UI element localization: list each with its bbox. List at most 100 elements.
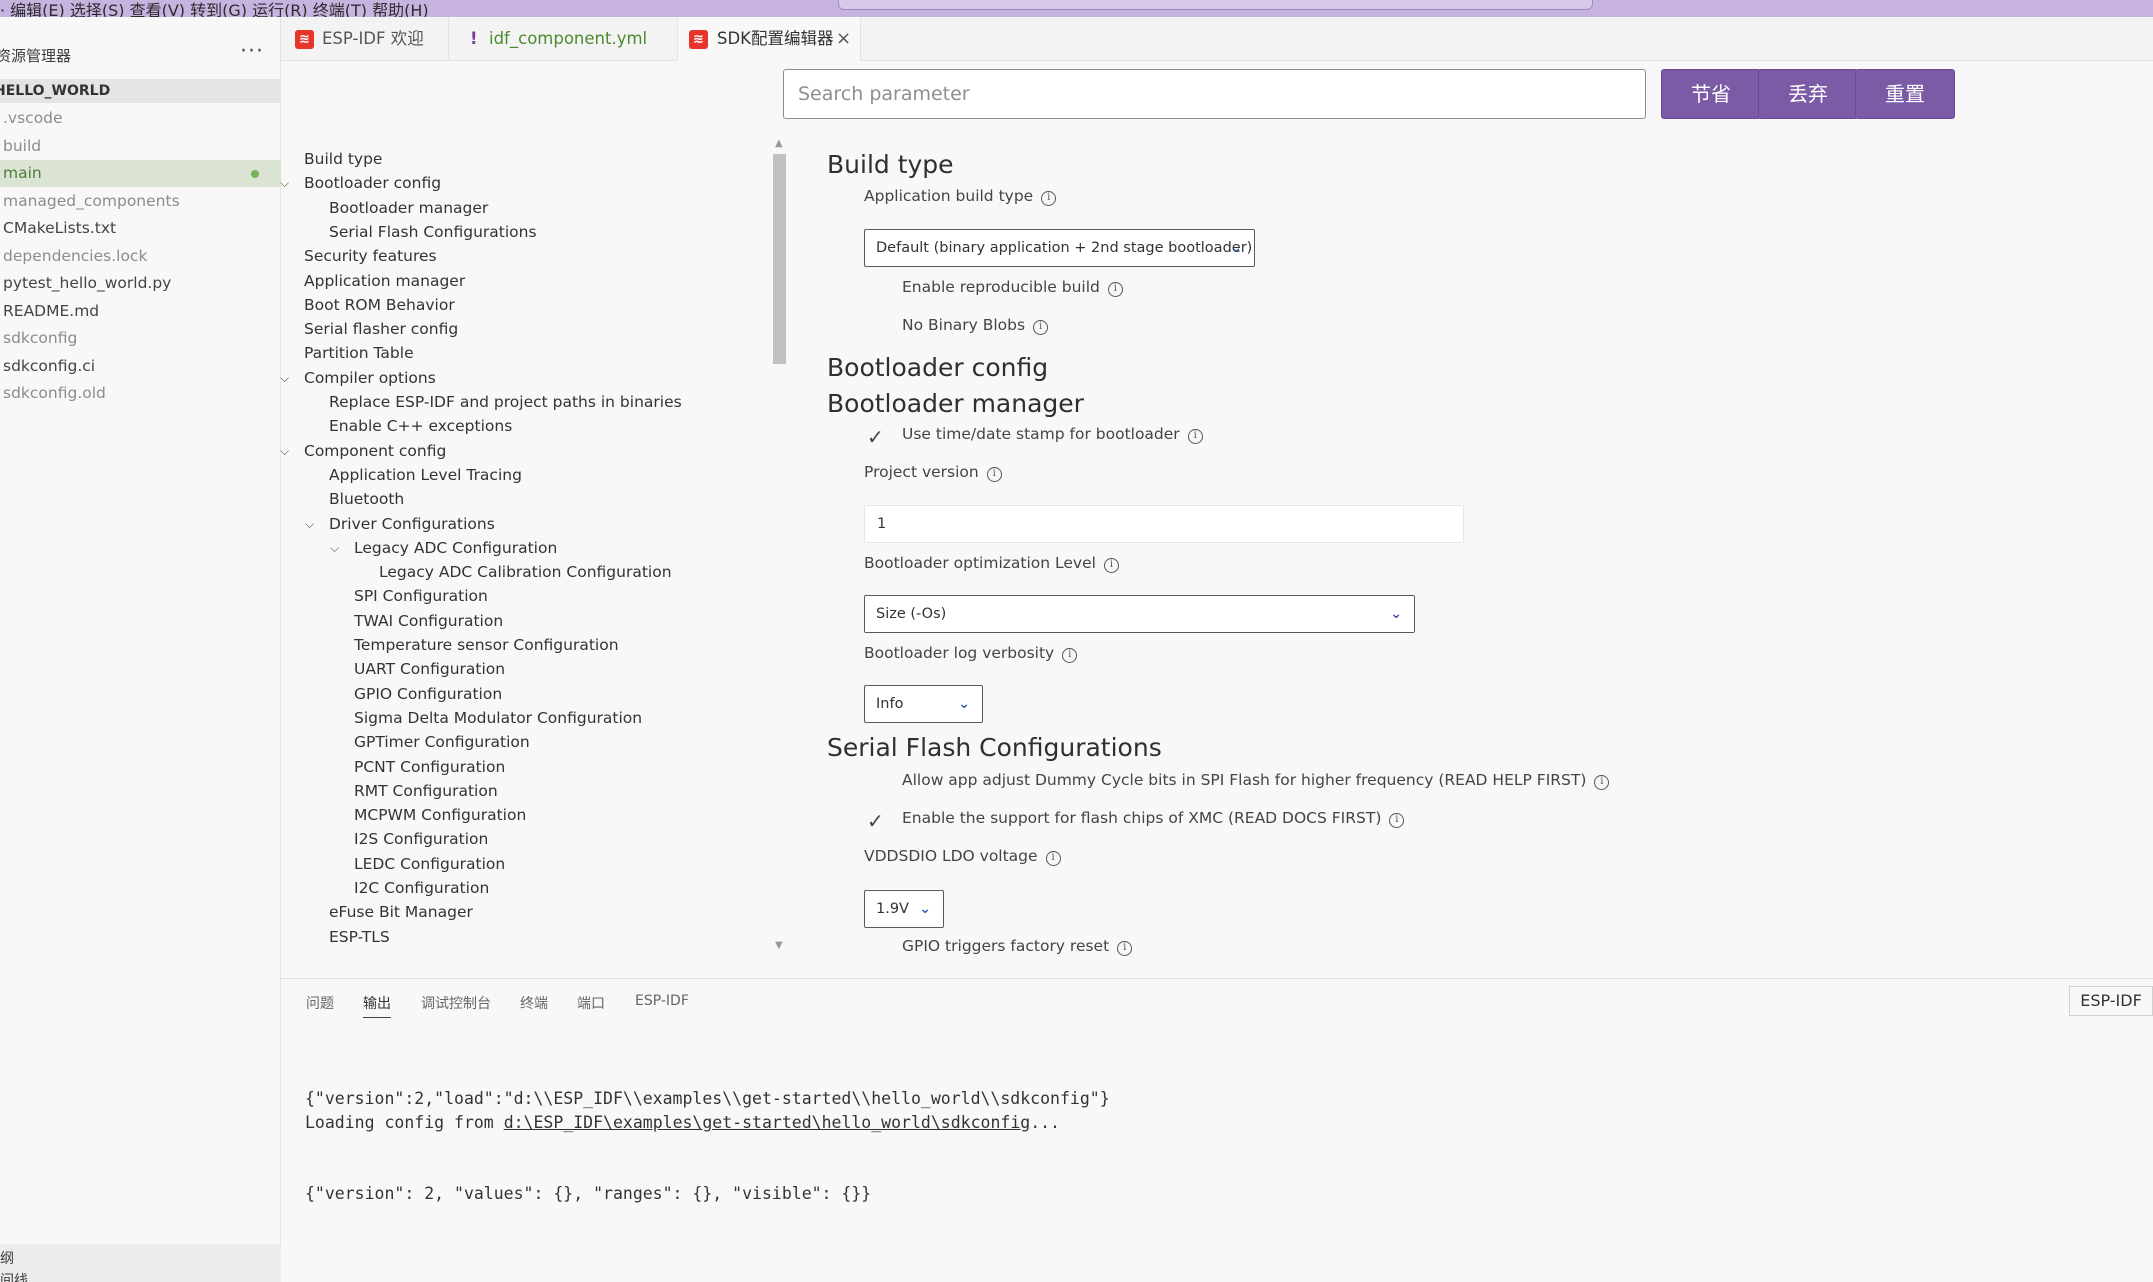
config-tree-item[interactable]: I2S Configuration bbox=[354, 830, 488, 848]
config-tree-item[interactable]: Temperature sensor Configuration bbox=[354, 636, 619, 654]
output-channel-select[interactable]: ESP-IDF bbox=[2069, 986, 2153, 1016]
project-version-input[interactable]: 1 bbox=[864, 505, 1464, 543]
info-icon[interactable]: i bbox=[1117, 941, 1133, 956]
reset-button[interactable]: 重置 bbox=[1855, 69, 1955, 119]
tab-esp-idf[interactable]: ESP-IDF bbox=[635, 993, 689, 1009]
log-verbosity-select[interactable]: Info ⌄ bbox=[864, 685, 983, 723]
config-tree-item[interactable]: Security features bbox=[304, 247, 437, 265]
config-tree-item[interactable]: eFuse Bit Manager bbox=[329, 903, 473, 921]
tab-problems[interactable]: 问题 bbox=[306, 993, 334, 1013]
vddsdio-select[interactable]: 1.9V ⌄ bbox=[864, 890, 944, 928]
config-tree-item[interactable]: PCNT Configuration bbox=[354, 758, 505, 776]
chevron-down-icon[interactable]: ⌵ bbox=[280, 444, 289, 459]
file-item[interactable]: pytest_hello_world.py bbox=[0, 270, 281, 297]
close-icon[interactable]: × bbox=[836, 17, 851, 61]
file-item[interactable]: sdkconfig.old bbox=[0, 380, 281, 407]
file-item[interactable]: sdkconfig bbox=[0, 325, 281, 352]
config-tree-label: Application Level Tracing bbox=[329, 465, 522, 484]
info-icon[interactable]: i bbox=[1041, 191, 1057, 206]
outline-section[interactable]: 大纲 bbox=[0, 1248, 14, 1268]
config-tree-item[interactable]: Partition Table bbox=[304, 344, 414, 362]
scroll-down-icon[interactable]: ▼ bbox=[775, 940, 783, 951]
reproducible-build-option[interactable]: Enable reproducible build i bbox=[902, 278, 1123, 297]
explorer-header: 资源管理器 ··· bbox=[0, 39, 281, 73]
config-tree-item[interactable]: ⌵ Legacy ADC Configuration bbox=[330, 539, 557, 557]
config-tree-scrollbar[interactable] bbox=[773, 154, 786, 364]
config-tree-item[interactable]: Application manager bbox=[304, 272, 465, 290]
file-item[interactable]: dependencies.lock bbox=[0, 243, 281, 270]
search-input[interactable] bbox=[783, 69, 1646, 119]
file-item[interactable]: README.md bbox=[0, 298, 281, 325]
opt-level-select[interactable]: Size (-Os) ⌄ bbox=[864, 595, 1415, 633]
workspace-folder[interactable]: HELLO_WORLD bbox=[0, 79, 281, 103]
config-tree-item[interactable]: I2C Configuration bbox=[354, 879, 489, 897]
config-tree-item[interactable]: Bootloader manager bbox=[329, 199, 488, 217]
checkmark-icon[interactable]: ✓ bbox=[867, 809, 884, 833]
command-center[interactable] bbox=[838, 0, 1593, 10]
scroll-up-icon[interactable]: ▲ bbox=[775, 138, 783, 149]
tab-sdk-config-editor[interactable]: ≋ SDK配置编辑器 × bbox=[678, 17, 861, 61]
file-item[interactable]: build bbox=[0, 133, 281, 160]
config-tree-item[interactable]: ESP-TLS bbox=[329, 928, 390, 946]
info-icon[interactable]: i bbox=[986, 467, 1002, 482]
config-path-link[interactable]: d:\ESP_IDF\examples\get-started\hello_wo… bbox=[504, 1113, 1031, 1132]
config-tree-item[interactable]: ⌵ Bootloader config bbox=[280, 174, 441, 192]
discard-button[interactable]: 丢弃 bbox=[1758, 69, 1858, 119]
config-tree-item[interactable]: Legacy ADC Calibration Configuration bbox=[379, 563, 672, 581]
config-tree-item[interactable]: ⌵ Driver Configurations bbox=[305, 515, 495, 533]
tab-debug-console[interactable]: 调试控制台 bbox=[421, 993, 491, 1013]
config-tree-item[interactable]: TWAI Configuration bbox=[354, 612, 503, 630]
config-tree-item[interactable]: ⌵ Component config bbox=[280, 442, 446, 460]
chevron-down-icon[interactable]: ⌵ bbox=[280, 176, 289, 191]
info-icon[interactable]: i bbox=[1389, 813, 1405, 828]
dummy-cycle-option[interactable]: Allow app adjust Dummy Cycle bits in SPI… bbox=[902, 771, 1610, 790]
config-tree-item[interactable]: SPI Configuration bbox=[354, 587, 488, 605]
info-icon[interactable]: i bbox=[1045, 851, 1061, 866]
chevron-down-icon[interactable]: ⌵ bbox=[305, 517, 314, 532]
info-icon[interactable]: i bbox=[1187, 429, 1203, 444]
gpio-factory-reset-option[interactable]: GPIO triggers factory reset i bbox=[902, 937, 1133, 956]
tab-esp-idf-welcome[interactable]: ≋ ESP-IDF 欢迎 bbox=[281, 17, 449, 61]
config-tree-item[interactable]: LEDC Configuration bbox=[354, 855, 505, 873]
config-tree-item[interactable]: Enable C++ exceptions bbox=[329, 417, 512, 435]
config-tree-item[interactable]: Application Level Tracing bbox=[329, 466, 522, 484]
app-build-type-label: Application build type i bbox=[864, 187, 1057, 206]
xmc-flash-option[interactable]: Enable the support for flash chips of XM… bbox=[902, 809, 1405, 828]
config-tree-item[interactable]: RMT Configuration bbox=[354, 782, 498, 800]
tab-ports[interactable]: 端口 bbox=[577, 993, 605, 1013]
info-icon[interactable]: i bbox=[1103, 558, 1119, 573]
config-tree-item[interactable]: MCPWM Configuration bbox=[354, 806, 526, 824]
info-icon[interactable]: i bbox=[1033, 320, 1049, 335]
file-item[interactable]: .vscode bbox=[0, 105, 281, 132]
info-icon[interactable]: i bbox=[1062, 648, 1078, 663]
tab-terminal[interactable]: 终端 bbox=[520, 993, 548, 1013]
more-actions-icon[interactable]: ··· bbox=[240, 39, 264, 64]
config-tree-item[interactable]: GPTimer Configuration bbox=[354, 733, 530, 751]
file-item[interactable]: main bbox=[0, 160, 281, 187]
chevron-down-icon[interactable]: ⌵ bbox=[330, 541, 339, 556]
app-build-type-select[interactable]: Default (binary application + 2nd stage … bbox=[864, 229, 1255, 267]
config-tree-item[interactable]: Serial Flash Configurations bbox=[329, 223, 537, 241]
chevron-down-icon[interactable]: ⌵ bbox=[280, 371, 289, 386]
tab-output[interactable]: 输出 bbox=[363, 993, 391, 1018]
checkmark-icon[interactable]: ✓ bbox=[867, 425, 884, 449]
config-tree-item[interactable]: Serial flasher config bbox=[304, 320, 458, 338]
file-item[interactable]: managed_components bbox=[0, 188, 281, 215]
config-tree-item[interactable]: Sigma Delta Modulator Configuration bbox=[354, 709, 642, 727]
file-item[interactable]: sdkconfig.ci bbox=[0, 353, 281, 380]
timestamp-option[interactable]: Use time/date stamp for bootloader i bbox=[902, 425, 1203, 444]
config-tree-item[interactable]: Bluetooth bbox=[329, 490, 404, 508]
config-tree-item[interactable]: GPIO Configuration bbox=[354, 685, 502, 703]
timeline-section[interactable]: 时间线 bbox=[0, 1270, 28, 1282]
config-tree-item[interactable]: Build type bbox=[304, 150, 382, 168]
config-tree-item[interactable]: Boot ROM Behavior bbox=[304, 296, 455, 314]
config-tree-item[interactable]: UART Configuration bbox=[354, 660, 505, 678]
config-tree-item[interactable]: Replace ESP-IDF and project paths in bin… bbox=[329, 393, 682, 411]
file-item[interactable]: CMakeLists.txt bbox=[0, 215, 281, 242]
tab-idf-component-yml[interactable]: ! idf_component.yml U bbox=[449, 17, 814, 61]
no-binary-blobs-option[interactable]: No Binary Blobs i bbox=[902, 316, 1049, 335]
config-tree-item[interactable]: ⌵ Compiler options bbox=[280, 369, 436, 387]
save-button[interactable]: 节省 bbox=[1661, 69, 1761, 119]
info-icon[interactable]: i bbox=[1107, 282, 1123, 297]
info-icon[interactable]: i bbox=[1594, 775, 1610, 790]
